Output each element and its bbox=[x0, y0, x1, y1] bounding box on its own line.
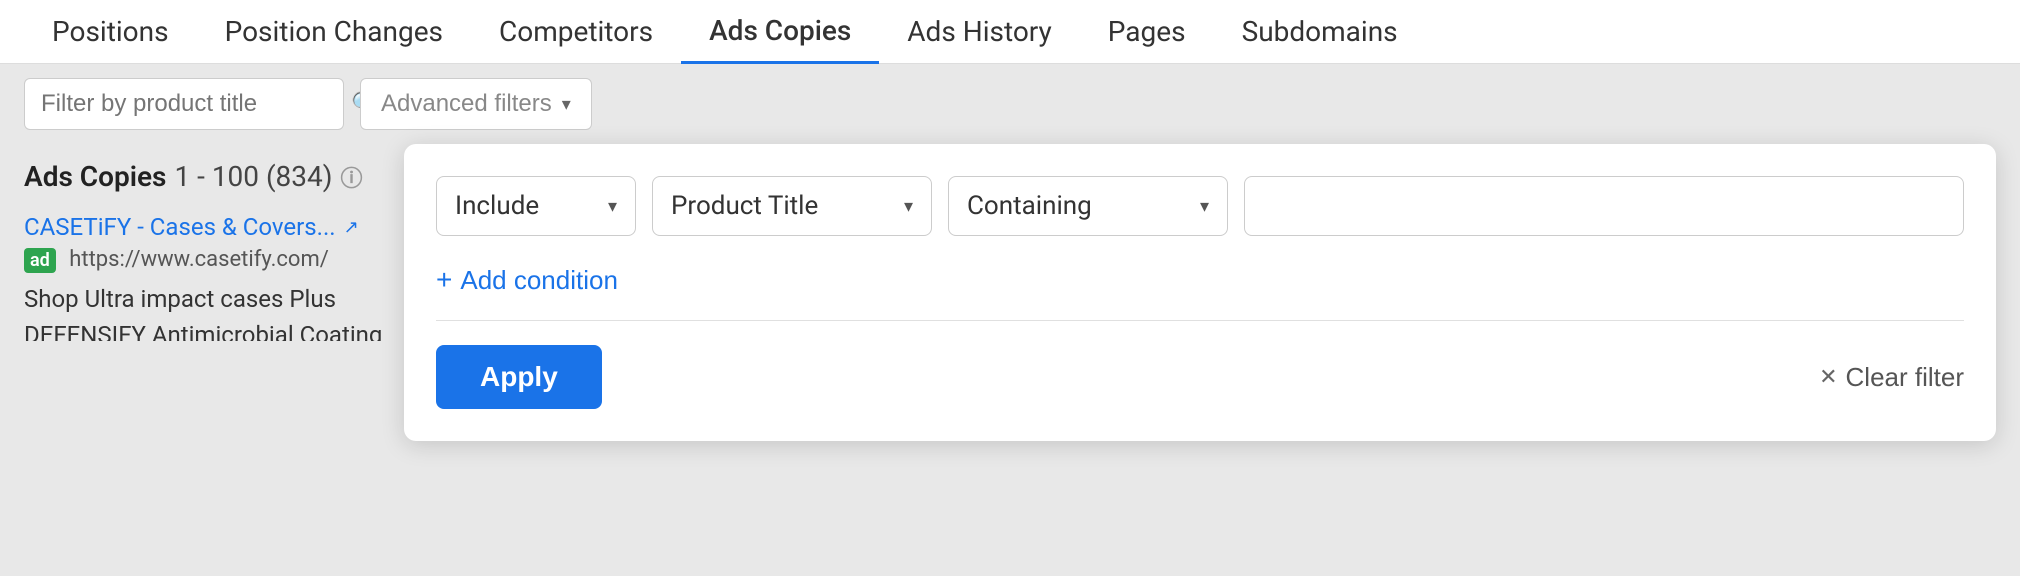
advanced-filters-label: Advanced filters bbox=[381, 90, 552, 118]
include-chevron-icon: ▾ bbox=[608, 196, 617, 217]
ads-copies-count: 1 - 100 (834) bbox=[174, 160, 332, 193]
filter-value-input[interactable] bbox=[1244, 176, 1964, 236]
ad-item-url-text: https://www.casetify.com/ bbox=[69, 247, 329, 272]
add-condition-button[interactable]: + Add condition bbox=[436, 264, 618, 296]
top-navigation: Positions Position Changes Competitors A… bbox=[0, 0, 2020, 64]
filter-dropdown-panel: Include ▾ Product Title ▾ Containing ▾ bbox=[404, 144, 1996, 441]
ad-badge: ad bbox=[24, 248, 56, 273]
x-icon: ✕ bbox=[1819, 364, 1837, 390]
ads-copies-header: Ads Copies 1 - 100 (834) ⓘ bbox=[24, 160, 444, 193]
external-link-icon: ↗ bbox=[344, 217, 359, 238]
nav-item-competitors[interactable]: Competitors bbox=[471, 0, 681, 64]
add-condition-label: Add condition bbox=[460, 265, 618, 296]
include-select[interactable]: Include ▾ bbox=[436, 176, 636, 236]
containing-chevron-icon: ▾ bbox=[1200, 196, 1209, 217]
nav-item-subdomains[interactable]: Subdomains bbox=[1214, 0, 1426, 64]
filter-divider bbox=[436, 320, 1964, 321]
containing-select-label: Containing bbox=[967, 191, 1092, 221]
search-input[interactable] bbox=[41, 90, 351, 118]
containing-select[interactable]: Containing ▾ bbox=[948, 176, 1228, 236]
nav-item-positions[interactable]: Positions bbox=[24, 0, 197, 64]
nav-item-ads-history[interactable]: Ads History bbox=[879, 0, 1080, 64]
product-title-chevron-icon: ▾ bbox=[904, 196, 913, 217]
nav-item-ads-copies[interactable]: Ads Copies bbox=[681, 0, 879, 64]
product-title-select[interactable]: Product Title ▾ bbox=[652, 176, 932, 236]
main-content: Ads Copies 1 - 100 (834) ⓘ CASETiFY - Ca… bbox=[0, 144, 2020, 389]
clear-filter-button[interactable]: ✕ Clear filter bbox=[1819, 362, 1964, 393]
ad-item-url: ad https://www.casetify.com/ bbox=[24, 247, 444, 273]
filter-row: Include ▾ Product Title ▾ Containing ▾ bbox=[436, 176, 1964, 236]
nav-item-position-changes[interactable]: Position Changes bbox=[197, 0, 471, 64]
chevron-down-icon: ▾ bbox=[562, 94, 571, 115]
include-select-label: Include bbox=[455, 191, 539, 221]
search-input-container: 🔍 bbox=[24, 78, 344, 130]
ads-copies-title: Ads Copies bbox=[24, 160, 166, 193]
info-icon[interactable]: ⓘ bbox=[341, 161, 363, 193]
plus-icon: + bbox=[436, 264, 452, 296]
clear-filter-label: Clear filter bbox=[1846, 362, 1964, 393]
filter-actions: Apply ✕ Clear filter bbox=[436, 345, 1964, 409]
advanced-filters-button[interactable]: Advanced filters ▾ bbox=[360, 78, 592, 130]
apply-button[interactable]: Apply bbox=[436, 345, 602, 409]
ad-item-title-text: CASETiFY - Cases & Covers... bbox=[24, 213, 336, 241]
ad-item-title-link[interactable]: CASETiFY - Cases & Covers... ↗ bbox=[24, 213, 444, 241]
product-title-select-label: Product Title bbox=[671, 191, 818, 221]
search-area: 🔍 Advanced filters ▾ bbox=[0, 64, 2020, 144]
nav-item-pages[interactable]: Pages bbox=[1080, 0, 1214, 64]
